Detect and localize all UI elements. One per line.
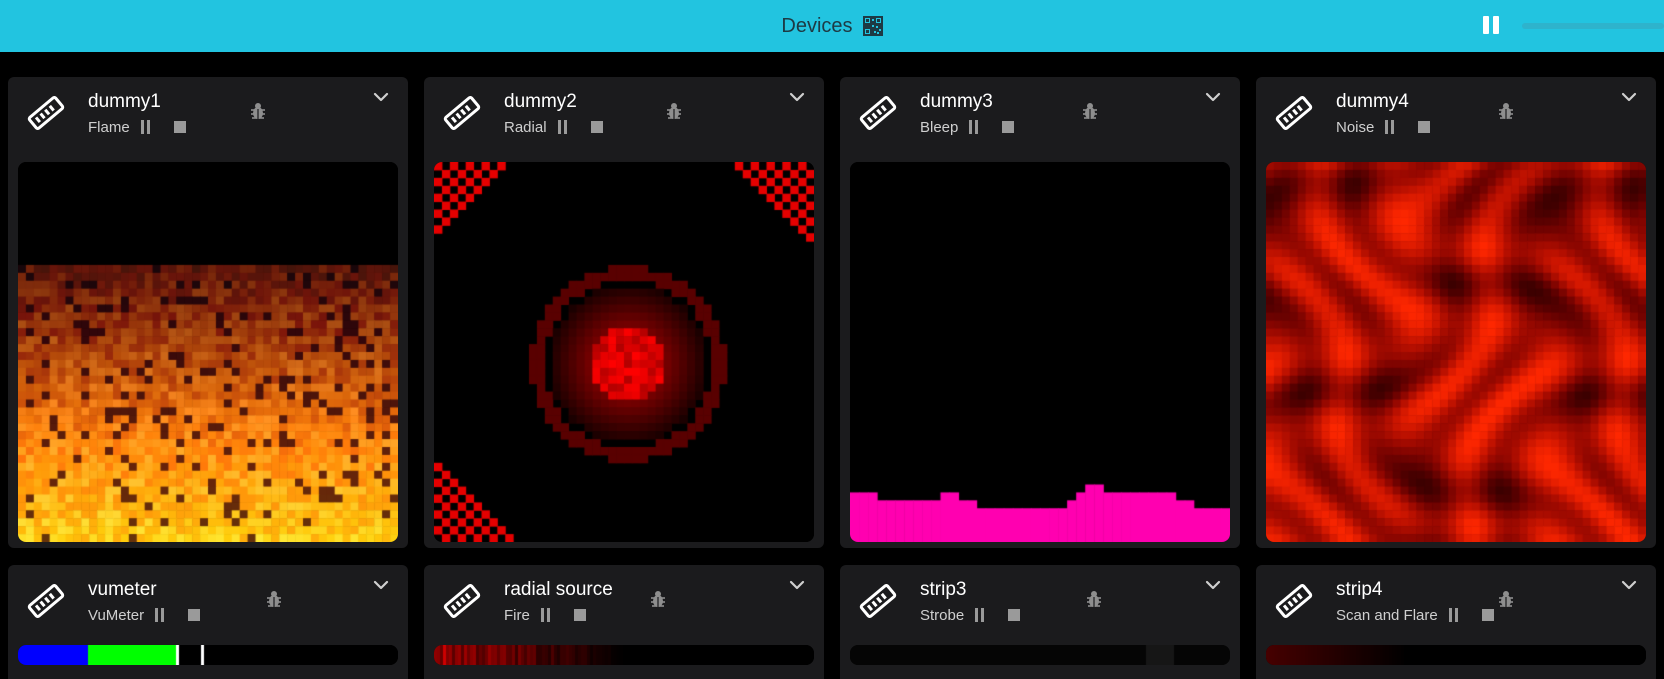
global-pause-button[interactable]: [1480, 14, 1502, 36]
effect-stop-button[interactable]: [1008, 609, 1021, 621]
led-device-icon: [27, 96, 65, 130]
effect-stop-button[interactable]: [573, 609, 586, 621]
device-card-radial-source: radial source Fire: [424, 565, 824, 679]
led-device-icon: [859, 584, 897, 618]
effect-name[interactable]: Radial: [504, 119, 547, 136]
led-device-icon: [1275, 96, 1313, 130]
effect-pause-button[interactable]: [1448, 608, 1460, 622]
chevron-down-icon[interactable]: [788, 579, 806, 591]
debug-bug-icon[interactable]: [1496, 589, 1516, 609]
effect-row: Radial: [504, 117, 603, 137]
device-name: dummy4: [1336, 91, 1409, 112]
led-device-icon: [1275, 584, 1313, 618]
device-card-strip4: strip4 Scan and Flare: [1256, 565, 1656, 679]
effect-name[interactable]: Bleep: [920, 119, 958, 136]
device-card-dummy4: dummy4 Noise: [1256, 77, 1656, 548]
led-device-icon: [443, 96, 481, 130]
debug-bug-icon[interactable]: [264, 589, 284, 609]
page-title: Devices: [781, 14, 853, 37]
device-name: dummy1: [88, 91, 161, 112]
matrix-preview: [850, 162, 1230, 542]
effect-stop-button[interactable]: [1418, 121, 1431, 133]
header-title-group: Devices: [0, 0, 1664, 52]
device-card-dummy2: dummy2 Radial: [424, 77, 824, 548]
effect-pause-button[interactable]: [968, 120, 980, 134]
effect-name[interactable]: VuMeter: [88, 607, 144, 624]
effect-pause-button[interactable]: [540, 608, 552, 622]
chevron-down-icon[interactable]: [372, 579, 390, 591]
effect-pause-button[interactable]: [140, 120, 152, 134]
effect-row: VuMeter: [88, 605, 201, 625]
matrix-preview: [434, 162, 814, 542]
chevron-down-icon[interactable]: [1620, 579, 1638, 591]
effect-row: Fire: [504, 605, 586, 625]
effect-stop-button[interactable]: [1481, 609, 1494, 621]
debug-bug-icon[interactable]: [1080, 101, 1100, 121]
led-device-icon: [859, 96, 897, 130]
matrix-preview: [18, 162, 398, 542]
effect-pause-button[interactable]: [1384, 120, 1396, 134]
debug-bug-icon[interactable]: [664, 101, 684, 121]
effect-row: Strobe: [920, 605, 1021, 625]
device-card-dummy1: dummy1 Flame: [8, 77, 408, 548]
effect-name[interactable]: Flame: [88, 119, 130, 136]
debug-bug-icon[interactable]: [648, 589, 668, 609]
strip-preview: [18, 645, 398, 665]
effect-row: Flame: [88, 117, 186, 137]
device-name: dummy3: [920, 91, 993, 112]
device-name: strip3: [920, 579, 967, 600]
brightness-slider[interactable]: [1522, 23, 1664, 29]
effect-pause-button[interactable]: [154, 608, 166, 622]
effect-pause-button[interactable]: [974, 608, 986, 622]
device-card-strip3: strip3 Strobe: [840, 565, 1240, 679]
effect-row: Scan and Flare: [1336, 605, 1494, 625]
debug-bug-icon[interactable]: [1496, 101, 1516, 121]
led-device-icon: [27, 584, 65, 618]
device-card-dummy3: dummy3 Bleep: [840, 77, 1240, 548]
device-card-vumeter: vumeter VuMeter: [8, 565, 408, 679]
effect-pause-button[interactable]: [557, 120, 569, 134]
effect-row: Noise: [1336, 117, 1431, 137]
chevron-down-icon[interactable]: [1620, 91, 1638, 103]
device-name: vumeter: [88, 579, 157, 600]
chevron-down-icon[interactable]: [1204, 91, 1222, 103]
effect-stop-button[interactable]: [173, 121, 186, 133]
effect-name[interactable]: Fire: [504, 607, 530, 624]
effect-stop-button[interactable]: [188, 609, 201, 621]
device-name: strip4: [1336, 579, 1383, 600]
effect-name[interactable]: Noise: [1336, 119, 1374, 136]
debug-bug-icon[interactable]: [248, 101, 268, 121]
effect-stop-button[interactable]: [1002, 121, 1015, 133]
chevron-down-icon[interactable]: [372, 91, 390, 103]
effect-row: Bleep: [920, 117, 1015, 137]
device-name: radial source: [504, 579, 613, 600]
strip-preview: [434, 645, 814, 665]
device-name: dummy2: [504, 91, 577, 112]
effect-name[interactable]: Strobe: [920, 607, 964, 624]
chevron-down-icon[interactable]: [1204, 579, 1222, 591]
led-device-icon: [443, 584, 481, 618]
strip-preview: [850, 645, 1230, 665]
effect-name[interactable]: Scan and Flare: [1336, 607, 1438, 624]
qr-code-icon[interactable]: [862, 16, 883, 36]
strip-preview: [1266, 645, 1646, 665]
chevron-down-icon[interactable]: [788, 91, 806, 103]
debug-bug-icon[interactable]: [1084, 589, 1104, 609]
matrix-preview: [1266, 162, 1646, 542]
effect-stop-button[interactable]: [590, 121, 603, 133]
